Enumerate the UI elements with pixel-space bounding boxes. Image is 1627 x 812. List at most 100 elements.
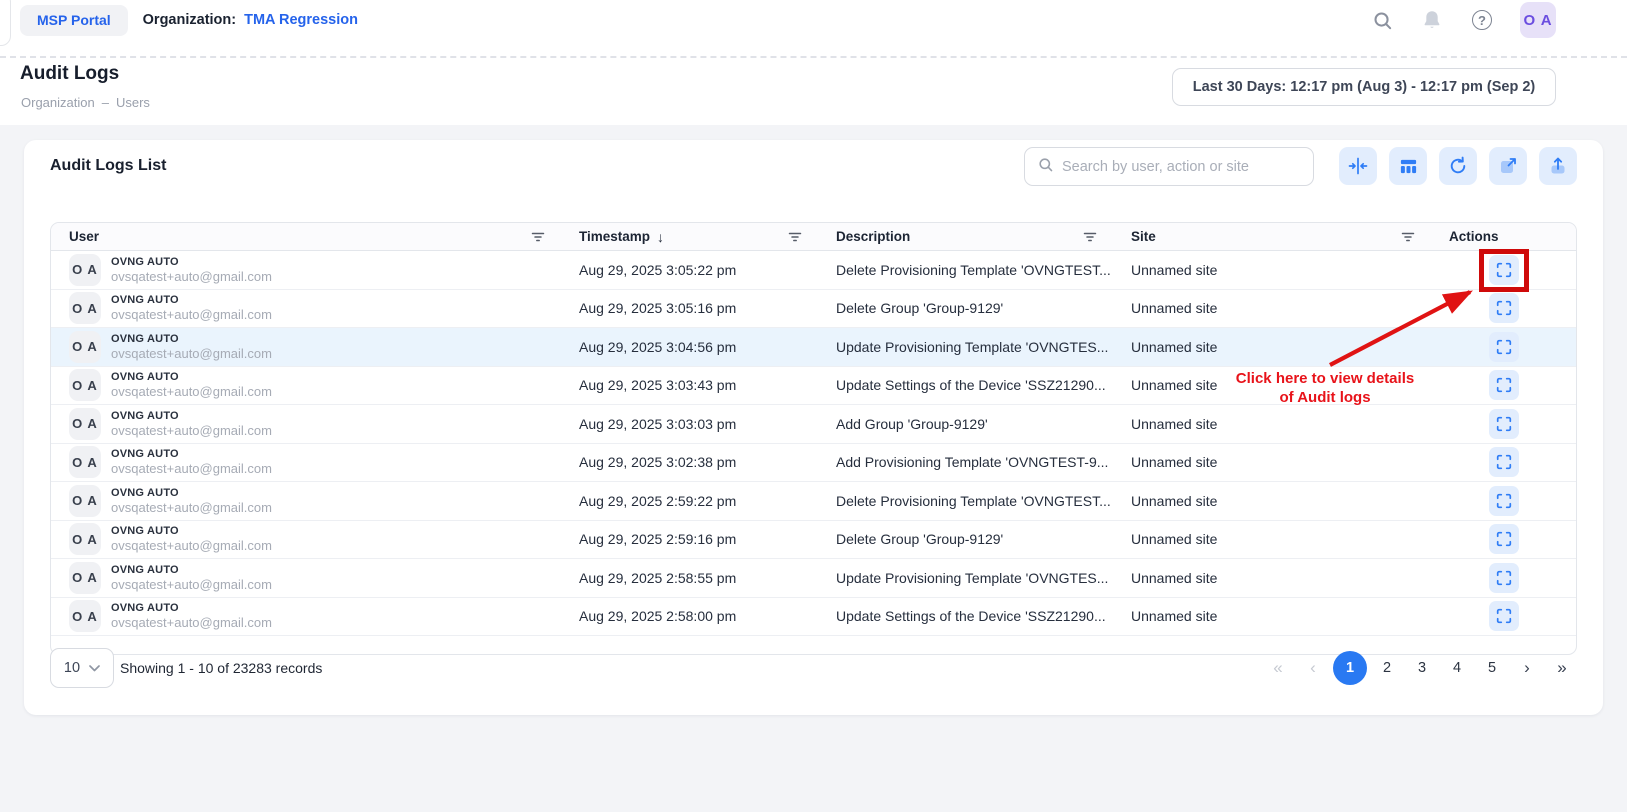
timestamp-cell: Aug 29, 2025 2:59:22 pm bbox=[561, 482, 818, 520]
user-name: OVNG AUTO bbox=[111, 563, 272, 577]
filter-icon[interactable] bbox=[788, 231, 802, 243]
open-external-button[interactable] bbox=[1489, 147, 1527, 185]
search-input[interactable] bbox=[1062, 159, 1301, 175]
user-cell: O A OVNG AUTO ovsqatest+auto@gmail.com bbox=[51, 328, 561, 366]
prev-page-button[interactable]: ‹ bbox=[1298, 652, 1328, 684]
user-cell: O A OVNG AUTO ovsqatest+auto@gmail.com bbox=[51, 559, 561, 597]
expand-details-icon bbox=[1495, 376, 1513, 394]
header-divider bbox=[0, 56, 1627, 58]
timestamp-cell: Aug 29, 2025 3:05:16 pm bbox=[561, 290, 818, 328]
row-avatar: O A bbox=[69, 292, 101, 324]
search-icon[interactable] bbox=[1370, 8, 1394, 32]
user-name: OVNG AUTO bbox=[111, 447, 272, 461]
OVNG AUTO[interactable]: O A OVNG AUTO ovsqatest+auto@gmail.com A… bbox=[51, 598, 1576, 637]
view-details-button[interactable] bbox=[1489, 447, 1519, 477]
filter-icon[interactable] bbox=[1401, 231, 1415, 243]
page-5-button[interactable]: 5 bbox=[1477, 652, 1507, 684]
view-details-button[interactable] bbox=[1489, 524, 1519, 554]
filter-icon[interactable] bbox=[1083, 231, 1097, 243]
fit-columns-icon bbox=[1348, 156, 1368, 176]
export-icon bbox=[1548, 156, 1568, 176]
next-page-button[interactable]: › bbox=[1512, 652, 1542, 684]
view-details-button[interactable] bbox=[1489, 370, 1519, 400]
row-avatar: O A bbox=[69, 408, 101, 440]
search-box bbox=[1024, 147, 1314, 186]
column-header-timestamp[interactable]: Timestamp ↓ bbox=[561, 223, 818, 250]
column-header-description[interactable]: Description bbox=[818, 223, 1113, 250]
view-details-button[interactable] bbox=[1489, 601, 1519, 631]
timestamp-cell: Aug 29, 2025 2:58:00 pm bbox=[561, 598, 818, 636]
actions-cell bbox=[1431, 444, 1576, 482]
table-columns-button[interactable] bbox=[1389, 147, 1427, 185]
OVNG AUTO[interactable]: O A OVNG AUTO ovsqatest+auto@gmail.com A… bbox=[51, 444, 1576, 483]
OVNG AUTO[interactable]: O A OVNG AUTO ovsqatest+auto@gmail.com A… bbox=[51, 328, 1576, 367]
organization-name-link[interactable]: TMA Regression bbox=[244, 12, 358, 28]
top-navigation-bar: MSP Portal Organization: TMA Regression … bbox=[0, 0, 1627, 40]
site-cell: Unnamed site bbox=[1113, 598, 1431, 636]
expand-details-icon bbox=[1495, 607, 1513, 625]
table-columns-icon bbox=[1399, 157, 1418, 176]
fit-columns-button[interactable] bbox=[1339, 147, 1377, 185]
grid-header-row: User Timestamp ↓ Description Site Action… bbox=[51, 223, 1576, 251]
breadcrumb-item-organization[interactable]: Organization bbox=[21, 95, 95, 110]
sidebar-toggle-notch[interactable] bbox=[0, 0, 11, 46]
actions-cell bbox=[1431, 328, 1576, 366]
view-details-button[interactable] bbox=[1489, 486, 1519, 516]
description-cell: Update Provisioning Template 'OVNGTES... bbox=[818, 328, 1113, 366]
OVNG AUTO[interactable]: O A OVNG AUTO ovsqatest+auto@gmail.com A… bbox=[51, 290, 1576, 329]
description-cell: Delete Group 'Group-9129' bbox=[818, 521, 1113, 559]
page-1-button[interactable]: 1 bbox=[1333, 651, 1367, 685]
breadcrumb-separator: – bbox=[102, 95, 109, 110]
view-details-button[interactable] bbox=[1489, 332, 1519, 362]
audit-logs-grid: User Timestamp ↓ Description Site Action… bbox=[50, 222, 1577, 655]
site-cell: Unnamed site bbox=[1113, 521, 1431, 559]
user-name: OVNG AUTO bbox=[111, 486, 272, 500]
refresh-button[interactable] bbox=[1439, 147, 1477, 185]
row-avatar: O A bbox=[69, 369, 101, 401]
date-range-button[interactable]: Last 30 Days: 12:17 pm (Aug 3) - 12:17 p… bbox=[1172, 68, 1556, 106]
view-details-button[interactable] bbox=[1489, 563, 1519, 593]
actions-cell bbox=[1431, 598, 1576, 636]
column-header-site[interactable]: Site bbox=[1113, 223, 1431, 250]
notifications-bell-icon[interactable] bbox=[1420, 8, 1444, 32]
help-icon[interactable] bbox=[1470, 8, 1494, 32]
sort-desc-icon[interactable]: ↓ bbox=[657, 229, 664, 245]
OVNG AUTO[interactable]: O A OVNG AUTO ovsqatest+auto@gmail.com A… bbox=[51, 521, 1576, 560]
OVNG AUTO[interactable]: O A OVNG AUTO ovsqatest+auto@gmail.com A… bbox=[51, 482, 1576, 521]
user-avatar[interactable]: O A bbox=[1520, 2, 1556, 38]
actions-cell bbox=[1431, 559, 1576, 597]
user-name: OVNG AUTO bbox=[111, 601, 272, 615]
OVNG AUTO[interactable]: O A OVNG AUTO ovsqatest+auto@gmail.com A… bbox=[51, 251, 1576, 290]
column-header-user[interactable]: User bbox=[51, 223, 561, 250]
export-button[interactable] bbox=[1539, 147, 1577, 185]
page-4-button[interactable]: 4 bbox=[1442, 652, 1472, 684]
user-email: ovsqatest+auto@gmail.com bbox=[111, 384, 272, 401]
page-3-button[interactable]: 3 bbox=[1407, 652, 1437, 684]
first-page-button[interactable]: « bbox=[1263, 652, 1293, 684]
user-name: OVNG AUTO bbox=[111, 524, 272, 538]
user-name: OVNG AUTO bbox=[111, 293, 272, 307]
timestamp-cell: Aug 29, 2025 2:58:55 pm bbox=[561, 559, 818, 597]
user-name: OVNG AUTO bbox=[111, 332, 272, 346]
OVNG AUTO[interactable]: O A OVNG AUTO ovsqatest+auto@gmail.com A… bbox=[51, 559, 1576, 598]
page-2-button[interactable]: 2 bbox=[1372, 652, 1402, 684]
last-page-button[interactable]: » bbox=[1547, 652, 1577, 684]
OVNG AUTO[interactable]: O A OVNG AUTO ovsqatest+auto@gmail.com A… bbox=[51, 405, 1576, 444]
grid-toolbar bbox=[1339, 147, 1577, 185]
user-email: ovsqatest+auto@gmail.com bbox=[111, 269, 272, 286]
card-title: Audit Logs List bbox=[50, 157, 166, 175]
breadcrumb-item-users[interactable]: Users bbox=[116, 95, 150, 110]
timestamp-cell: Aug 29, 2025 2:59:16 pm bbox=[561, 521, 818, 559]
view-details-button[interactable] bbox=[1489, 293, 1519, 323]
view-details-button[interactable] bbox=[1489, 409, 1519, 439]
timestamp-cell: Aug 29, 2025 3:04:56 pm bbox=[561, 328, 818, 366]
msp-portal-button[interactable]: MSP Portal bbox=[20, 5, 128, 36]
site-cell: Unnamed site bbox=[1113, 251, 1431, 289]
user-cell: O A OVNG AUTO ovsqatest+auto@gmail.com bbox=[51, 482, 561, 520]
user-name: OVNG AUTO bbox=[111, 255, 272, 269]
user-cell: O A OVNG AUTO ovsqatest+auto@gmail.com bbox=[51, 521, 561, 559]
site-cell: Unnamed site bbox=[1113, 444, 1431, 482]
description-cell: Delete Provisioning Template 'OVNGTEST..… bbox=[818, 482, 1113, 520]
page-size-select[interactable]: 10 bbox=[50, 648, 114, 688]
filter-icon[interactable] bbox=[531, 231, 545, 243]
